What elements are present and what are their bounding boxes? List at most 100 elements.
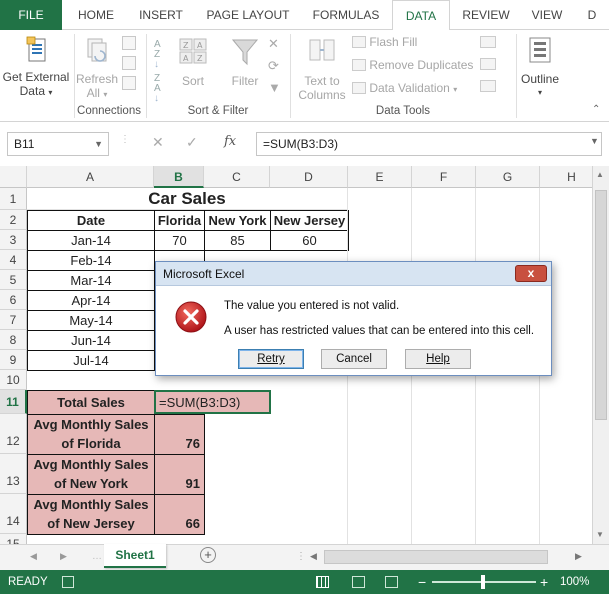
row-header-14[interactable]: 14 [0, 494, 27, 534]
tab-page-layout[interactable]: PAGE LAYOUT [196, 0, 300, 30]
sort-button[interactable]: Z A A Z Sort [172, 34, 214, 102]
filter-button[interactable]: Filter [222, 34, 268, 102]
row-header-13[interactable]: 13 [0, 454, 27, 494]
relationships-icon[interactable] [480, 80, 496, 92]
column-header-f[interactable]: F [412, 166, 476, 188]
zoom-out-icon[interactable]: − [418, 570, 426, 594]
date-cell[interactable]: Mar-14 [27, 270, 155, 291]
get-external-data-button[interactable]: Get External Data ▾ [2, 34, 70, 102]
date-cell[interactable]: Apr-14 [27, 290, 155, 311]
refresh-all-button[interactable]: Refresh All ▾ [74, 34, 120, 102]
tab-file[interactable]: FILE [0, 0, 62, 30]
date-cell[interactable]: Feb-14 [27, 250, 155, 271]
header-date[interactable]: Date [27, 210, 155, 231]
avg-new-jersey-value[interactable]: 66 [154, 494, 205, 535]
normal-view-icon[interactable] [316, 576, 329, 588]
vertical-scrollbar[interactable]: ▲ ▼ [592, 166, 609, 544]
name-box-dropdown-icon[interactable]: ▼ [94, 133, 103, 155]
row-header-10[interactable]: 10 [0, 370, 27, 390]
row-header-5[interactable]: 5 [0, 270, 27, 290]
value-cell[interactable]: 85 [204, 230, 271, 251]
column-header-d[interactable]: D [270, 166, 348, 188]
cancel-button[interactable]: Cancel [321, 349, 387, 369]
flash-fill-button[interactable]: Flash Fill [352, 33, 417, 51]
tab-home[interactable]: HOME [66, 0, 126, 30]
row-header-12[interactable]: 12 [0, 414, 27, 454]
column-header-c[interactable]: C [204, 166, 270, 188]
column-header-b[interactable]: B [154, 166, 204, 188]
dialog-title-bar[interactable]: Microsoft Excel x [156, 262, 551, 286]
advanced-filter-icon[interactable]: ▼ [268, 80, 281, 95]
tab-formulas[interactable]: FORMULAS [304, 0, 388, 30]
row-header-11[interactable]: 11 [0, 390, 27, 414]
outline-button[interactable]: Outline ▾ [518, 34, 562, 102]
tab-view[interactable]: VIEW [522, 0, 572, 30]
header-new-york[interactable]: New York [204, 210, 271, 231]
sheet-title[interactable]: Car Sales [27, 188, 348, 210]
scroll-thumb[interactable] [595, 190, 607, 420]
date-cell[interactable]: Jan-14 [27, 230, 155, 251]
tab-insert[interactable]: INSERT [130, 0, 192, 30]
value-cell[interactable]: 70 [154, 230, 205, 251]
row-header-6[interactable]: 6 [0, 290, 27, 310]
column-header-e[interactable]: E [348, 166, 412, 188]
header-florida[interactable]: Florida [154, 210, 205, 231]
date-cell[interactable]: Jul-14 [27, 350, 155, 371]
avg-florida-label[interactable]: Avg Monthly Sales of Florida [27, 414, 155, 455]
collapse-ribbon-icon[interactable]: ⌃ [592, 104, 600, 115]
confirm-entry-icon[interactable]: ✓ [186, 134, 198, 151]
value-cell[interactable]: 60 [270, 230, 349, 251]
page-layout-view-icon[interactable] [352, 576, 365, 588]
avg-new-jersey-label[interactable]: Avg Monthly Sales of New Jersey [27, 494, 155, 535]
expand-formula-bar-icon[interactable]: ▼ [590, 136, 599, 146]
row-header-2[interactable]: 2 [0, 210, 27, 230]
avg-new-york-label[interactable]: Avg Monthly Sales of New York [27, 454, 155, 495]
sort-z-a-icon[interactable]: Z A ↓ [154, 74, 161, 104]
horizontal-scroll-thumb[interactable] [324, 550, 548, 564]
edit-links-icon[interactable] [122, 76, 136, 90]
new-sheet-icon[interactable]: + [200, 547, 216, 563]
help-button[interactable]: Help [405, 349, 471, 369]
column-header-g[interactable]: G [476, 166, 540, 188]
reapply-icon[interactable]: ⟳ [268, 58, 279, 74]
header-new-jersey[interactable]: New Jersey [270, 210, 349, 231]
select-all-corner[interactable] [0, 166, 27, 188]
remove-duplicates-button[interactable]: Remove Duplicates [352, 56, 473, 74]
date-cell[interactable]: Jun-14 [27, 330, 155, 351]
formula-input[interactable]: =SUM(B3:D3) [256, 132, 602, 156]
scroll-up-icon[interactable]: ▲ [596, 170, 604, 179]
properties-icon[interactable] [122, 56, 136, 70]
text-to-columns-button[interactable]: Text to Columns [294, 34, 350, 102]
row-header-8[interactable]: 8 [0, 330, 27, 350]
insert-function-icon[interactable]: fx [224, 134, 236, 149]
avg-new-york-value[interactable]: 91 [154, 454, 205, 495]
data-validation-button[interactable]: Data Validation ▾ [352, 79, 457, 97]
clear-filter-icon[interactable]: ✕ [268, 36, 279, 52]
avg-florida-value[interactable]: 76 [154, 414, 205, 455]
row-header-9[interactable]: 9 [0, 350, 27, 370]
tab-data[interactable]: DATA [392, 0, 450, 31]
sort-a-z-icon[interactable]: A Z ↓ [154, 40, 161, 70]
next-sheet-icon[interactable]: ▶ [60, 551, 67, 562]
dialog-close-button[interactable]: x [515, 265, 547, 282]
prev-sheet-icon[interactable]: ◀ [30, 551, 37, 562]
what-if-analysis-icon[interactable] [480, 58, 496, 70]
connections-icon[interactable] [122, 36, 136, 50]
scroll-right-icon[interactable]: ▶ [575, 551, 582, 562]
date-cell[interactable]: May-14 [27, 310, 155, 331]
active-cell-b11[interactable]: =SUM(B3:D3) [154, 390, 271, 414]
retry-button[interactable]: Retry [238, 349, 304, 369]
page-break-view-icon[interactable] [385, 576, 398, 588]
row-header-1[interactable]: 1 [0, 188, 27, 210]
column-header-a[interactable]: A [27, 166, 154, 188]
row-header-4[interactable]: 4 [0, 250, 27, 270]
macro-record-icon[interactable] [62, 576, 74, 588]
row-header-7[interactable]: 7 [0, 310, 27, 330]
scroll-left-icon[interactable]: ◀ [310, 551, 317, 562]
zoom-slider-thumb[interactable] [481, 575, 485, 589]
zoom-in-icon[interactable]: + [540, 570, 548, 594]
scroll-down-icon[interactable]: ▼ [596, 530, 604, 539]
name-box[interactable]: B11 ▼ [7, 132, 109, 156]
total-sales-label[interactable]: Total Sales [27, 390, 155, 415]
consolidate-icon[interactable] [480, 36, 496, 48]
